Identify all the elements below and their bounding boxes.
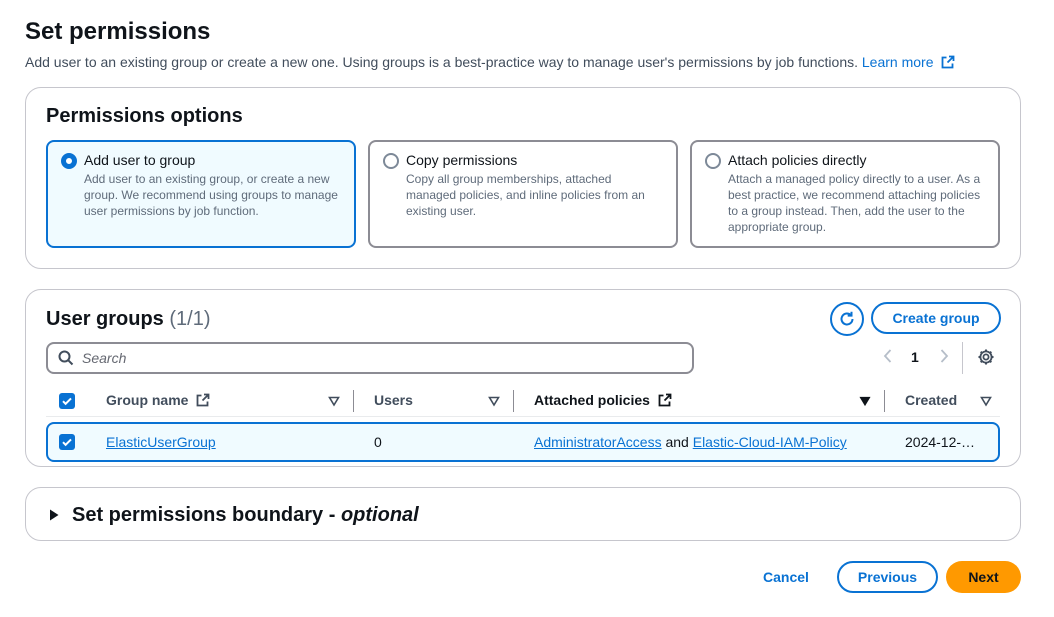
tile-description: Copy all group memberships, attached man…	[406, 172, 645, 218]
tile-copy-permissions[interactable]: Copy permissions Copy all group membersh…	[368, 140, 678, 248]
column-label[interactable]: Attached policies	[534, 392, 650, 408]
gear-icon[interactable]	[977, 348, 995, 366]
tile-add-user-to-group[interactable]: Add user to group Add user to an existin…	[46, 140, 356, 248]
search-box[interactable]	[46, 342, 694, 374]
learn-more-link[interactable]: Learn more	[862, 54, 955, 70]
group-name-cell[interactable]: ElasticUserGroup	[106, 434, 216, 450]
radio-add-user-to-group[interactable]	[61, 153, 77, 169]
checkmark-icon	[62, 397, 72, 406]
previous-button[interactable]: Previous	[837, 561, 938, 593]
user-groups-title: User groups	[46, 308, 164, 330]
next-button[interactable]: Next	[946, 561, 1021, 593]
sort-down-icon[interactable]	[980, 395, 992, 407]
user-groups-heading: User groups (1/1)	[46, 308, 211, 331]
select-all-checkbox[interactable]	[59, 393, 75, 409]
created-cell: 2024-12-…	[905, 434, 976, 450]
tile-description: Attach a managed policy directly to a us…	[728, 172, 981, 234]
column-header-created[interactable]: Created	[905, 392, 957, 408]
tile-description: Add user to an existing group, or create…	[84, 172, 338, 218]
chevron-left-icon[interactable]	[882, 348, 894, 364]
column-label[interactable]: Group name	[106, 392, 188, 408]
column-divider[interactable]	[513, 390, 514, 412]
tile-title: Copy permissions	[406, 152, 518, 168]
users-cell: 0	[374, 434, 382, 450]
boundary-title[interactable]: Set permissions boundary -	[72, 504, 341, 526]
page-description: Add user to an existing group or create …	[25, 54, 955, 70]
permissions-boundary-panel[interactable]: Set permissions boundary - optional	[25, 487, 1021, 541]
user-groups-panel: User groups (1/1) Create group 1 Group n…	[25, 289, 1021, 467]
create-group-button[interactable]: Create group	[871, 302, 1001, 334]
group-name-link[interactable]: ElasticUserGroup	[106, 434, 216, 450]
column-divider[interactable]	[353, 390, 354, 412]
row-checkbox[interactable]	[59, 434, 75, 450]
boundary-optional[interactable]: optional	[341, 504, 419, 526]
policy-link[interactable]: AdministratorAccess	[534, 434, 662, 450]
search-input[interactable]	[82, 348, 682, 368]
search-icon	[58, 350, 74, 366]
chevron-right-icon[interactable]	[938, 348, 950, 364]
column-header-attached-policies[interactable]: Attached policies	[534, 392, 672, 408]
policy-link[interactable]: Elastic-Cloud-IAM-Policy	[693, 434, 847, 450]
column-divider[interactable]	[884, 390, 885, 412]
tile-title: Attach policies directly	[728, 152, 867, 168]
learn-more-label[interactable]: Learn more	[862, 54, 934, 70]
permissions-options-heading: Permissions options	[46, 105, 243, 127]
cancel-button[interactable]: Cancel	[763, 569, 809, 585]
radio-attach-policies-directly[interactable]	[705, 153, 721, 169]
permissions-options-panel: Permissions options Add user to group Ad…	[25, 87, 1021, 269]
checkmark-icon	[62, 438, 72, 447]
external-link-icon	[196, 393, 210, 407]
header-divider	[46, 416, 1000, 417]
page-title: Set permissions	[25, 18, 211, 45]
external-link-icon	[658, 393, 672, 407]
sort-down-filled-icon[interactable]	[859, 395, 871, 407]
page-number[interactable]: 1	[911, 349, 919, 365]
refresh-icon	[840, 311, 854, 326]
sort-down-icon[interactable]	[488, 395, 500, 407]
policy-joiner: and	[665, 434, 689, 450]
permissions-boundary-heading[interactable]: Set permissions boundary - optional	[72, 504, 419, 527]
refresh-button[interactable]	[830, 302, 864, 336]
column-header-users[interactable]: Users	[374, 392, 413, 408]
user-groups-count: (1/1)	[169, 308, 211, 330]
external-link-icon	[941, 55, 955, 69]
caret-right-icon[interactable]	[49, 509, 59, 521]
pager-divider	[962, 342, 963, 374]
radio-copy-permissions[interactable]	[383, 153, 399, 169]
description-text: Add user to an existing group or create …	[25, 54, 858, 70]
tile-attach-policies-directly[interactable]: Attach policies directly Attach a manage…	[690, 140, 1000, 248]
table-row[interactable]: ElasticUserGroup 0 AdministratorAccess a…	[46, 422, 1000, 462]
sort-down-icon[interactable]	[328, 395, 340, 407]
column-header-group-name[interactable]: Group name	[106, 392, 210, 408]
attached-policies-cell: AdministratorAccess and Elastic-Cloud-IA…	[534, 434, 847, 450]
tile-title: Add user to group	[84, 152, 196, 168]
